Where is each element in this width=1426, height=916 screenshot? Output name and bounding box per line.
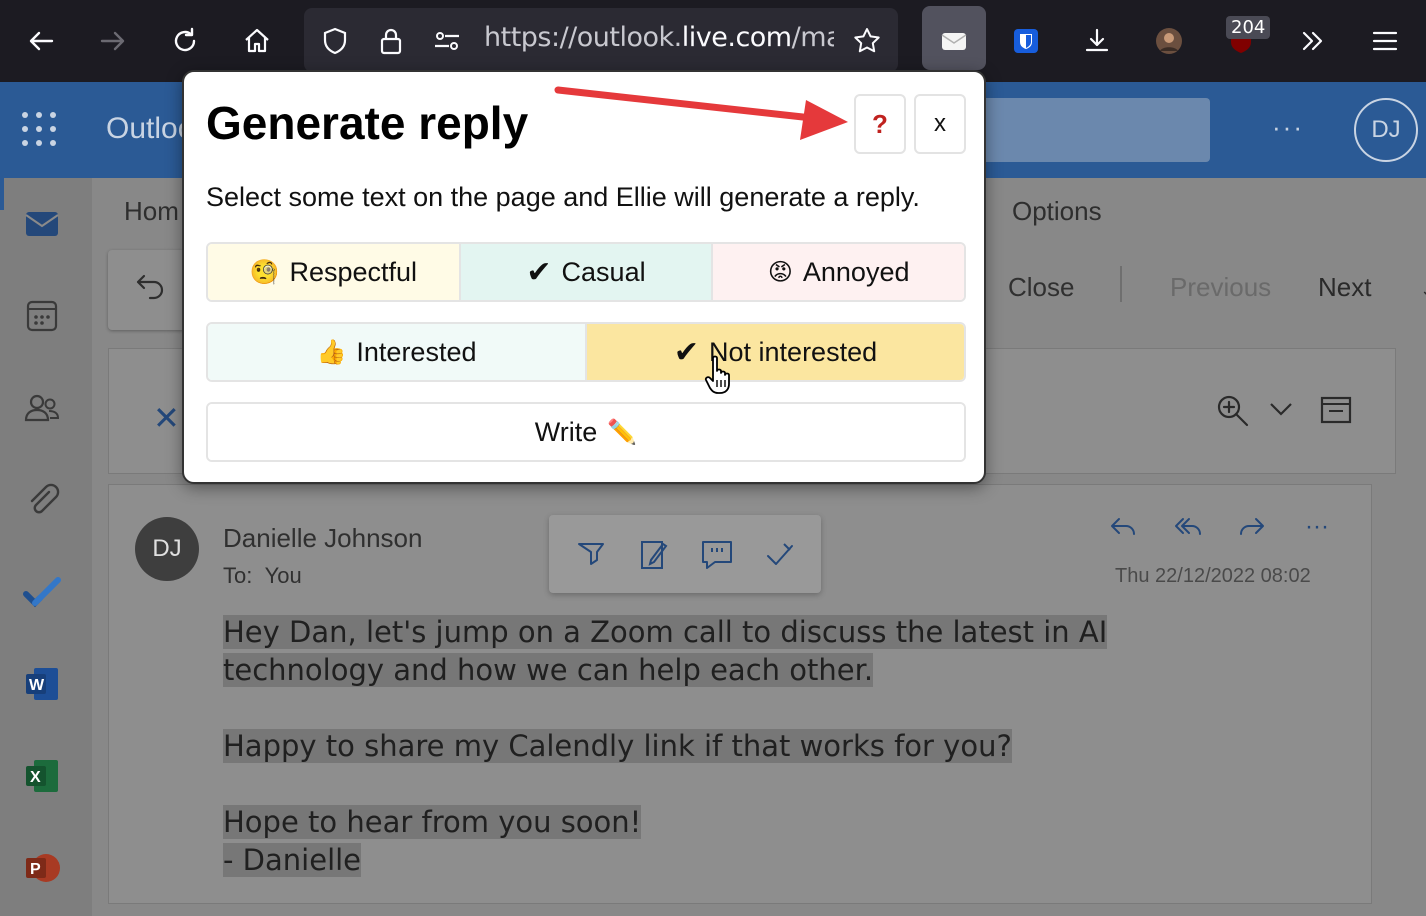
help-button[interactable]: ? — [854, 94, 906, 154]
tab-options[interactable]: Options — [1012, 196, 1102, 227]
comment-icon[interactable] — [697, 534, 737, 574]
excel-icon[interactable]: X — [18, 752, 66, 800]
shield-icon[interactable] — [312, 18, 358, 64]
ublock-badge: 204 — [1226, 16, 1271, 39]
hand-pointer-cursor-icon — [704, 354, 738, 401]
sender-name[interactable]: Danielle Johnson — [223, 523, 422, 554]
search-box[interactable] — [960, 98, 1210, 162]
selection-toolbar — [549, 515, 821, 593]
message-body[interactable]: Hey Dan, let's jump on a Zoom call to di… — [223, 613, 1223, 879]
ribbon-expand-chevron-icon[interactable]: ⌄ — [1420, 280, 1426, 301]
not-interested-button[interactable]: ✔ Not interested — [587, 324, 964, 380]
close-x-icon[interactable]: ✕ — [153, 399, 180, 437]
download-icon[interactable] — [1074, 18, 1120, 64]
previous-button[interactable]: Previous — [1170, 272, 1271, 303]
interest-options: 👍 Interested ✔ Not interested — [206, 322, 966, 382]
more-actions-icon[interactable]: ··· — [1299, 509, 1335, 545]
undo-button[interactable] — [108, 250, 188, 330]
casual-label: Casual — [561, 256, 646, 287]
annoyed-label: Annoyed — [802, 256, 910, 287]
home-icon[interactable] — [234, 18, 280, 64]
to-value: You — [264, 563, 302, 588]
svg-text:W: W — [29, 677, 45, 694]
checkmark-icon: ✔ — [673, 334, 700, 370]
zoom-dropdown-chevron-icon[interactable] — [1267, 395, 1295, 428]
powerpoint-icon[interactable]: P — [18, 844, 66, 892]
interested-button[interactable]: 👍 Interested — [208, 324, 587, 380]
close-button[interactable]: Close — [1008, 272, 1074, 303]
casual-button[interactable]: ✔ Casual — [460, 244, 714, 300]
body-line: Hope to hear from you soon! — [223, 805, 642, 839]
forward-icon[interactable] — [90, 18, 136, 64]
calendar-icon[interactable] — [18, 292, 66, 340]
app-rail: W X P — [0, 178, 92, 916]
reply-all-icon[interactable] — [1170, 509, 1206, 545]
app-launcher-icon[interactable] — [22, 112, 58, 148]
tone-options: 🧐 Respectful ✔ Casual 😡 Annoyed — [206, 242, 966, 302]
mail-icon[interactable] — [18, 200, 66, 248]
word-icon[interactable]: W — [18, 660, 66, 708]
profile-extension-icon[interactable] — [1146, 18, 1192, 64]
reload-icon[interactable] — [162, 18, 208, 64]
interested-label: Interested — [356, 336, 477, 367]
popup-close-button[interactable]: x — [914, 94, 966, 154]
rail-selection-indicator — [0, 178, 4, 210]
lock-icon[interactable] — [368, 18, 414, 64]
people-icon[interactable] — [18, 384, 66, 432]
body-line: Happy to share my Calendly link if that … — [223, 729, 1012, 763]
overflow-chevrons-icon[interactable] — [1290, 18, 1336, 64]
monocle-face-icon: 🧐 — [249, 258, 280, 286]
message-card: DJ Danielle Johnson To: You ··· Thu 22/1… — [108, 484, 1372, 904]
body-line: Hey Dan, let's jump on a Zoom call to di… — [223, 615, 1108, 649]
popup-title: Generate reply — [206, 97, 529, 149]
pencil-icon: ✏️ — [607, 418, 638, 446]
message-date: Thu 22/12/2022 08:02 — [1115, 565, 1311, 587]
svg-text:X: X — [30, 769, 41, 786]
svg-text:P: P — [30, 861, 41, 878]
checkmark-icon: ✔ — [526, 254, 552, 290]
url-text[interactable]: https://outlook.live.com/ma — [484, 22, 834, 53]
body-line: - Danielle — [223, 843, 362, 877]
highlighter-icon[interactable] — [571, 534, 611, 574]
respectful-label: Respectful — [289, 256, 418, 287]
todo-icon[interactable] — [18, 568, 66, 616]
write-row: Write ✏️ — [206, 402, 966, 462]
proofing-check-icon[interactable] — [760, 534, 800, 574]
permissions-icon[interactable] — [424, 18, 470, 64]
recipient-row: To: You — [223, 563, 302, 589]
account-avatar[interactable]: DJ — [1354, 98, 1418, 162]
more-options-icon[interactable]: ··· — [1272, 112, 1304, 143]
body-line: technology and how we can help each othe… — [223, 653, 874, 687]
undo-icon — [136, 274, 164, 300]
note-edit-icon[interactable] — [634, 534, 674, 574]
write-label: Write — [534, 416, 598, 447]
tab-home[interactable]: Hom — [124, 196, 179, 227]
to-label: To: — [223, 563, 253, 588]
popup-description: Select some text on the page and Ellie w… — [206, 182, 920, 212]
ribbon-divider — [1120, 266, 1122, 302]
reply-icon[interactable] — [1105, 509, 1141, 545]
respectful-button[interactable]: 🧐 Respectful — [208, 244, 461, 300]
menu-hamburger-icon[interactable] — [1362, 18, 1408, 64]
open-in-window-icon[interactable] — [1319, 393, 1353, 432]
zoom-in-icon[interactable] — [1215, 393, 1251, 434]
generate-reply-popup: Generate reply ? x Select some text on t… — [182, 70, 986, 484]
annoyed-button[interactable]: 😡 Annoyed — [713, 244, 964, 300]
thumbs-up-icon: 👍 — [316, 338, 347, 366]
back-icon[interactable] — [18, 18, 64, 64]
bookmark-star-icon[interactable] — [844, 18, 890, 64]
forward-mail-icon[interactable] — [1234, 509, 1270, 545]
next-button[interactable]: Next — [1318, 272, 1371, 303]
attachment-icon[interactable] — [18, 476, 66, 524]
angry-face-icon: 😡 — [767, 258, 793, 286]
envelope-icon[interactable] — [931, 18, 977, 64]
message-actions: ··· — [1105, 509, 1335, 545]
sender-avatar[interactable]: DJ — [135, 517, 199, 581]
write-button[interactable]: Write ✏️ — [208, 404, 964, 460]
bitwarden-icon[interactable] — [1003, 18, 1049, 64]
